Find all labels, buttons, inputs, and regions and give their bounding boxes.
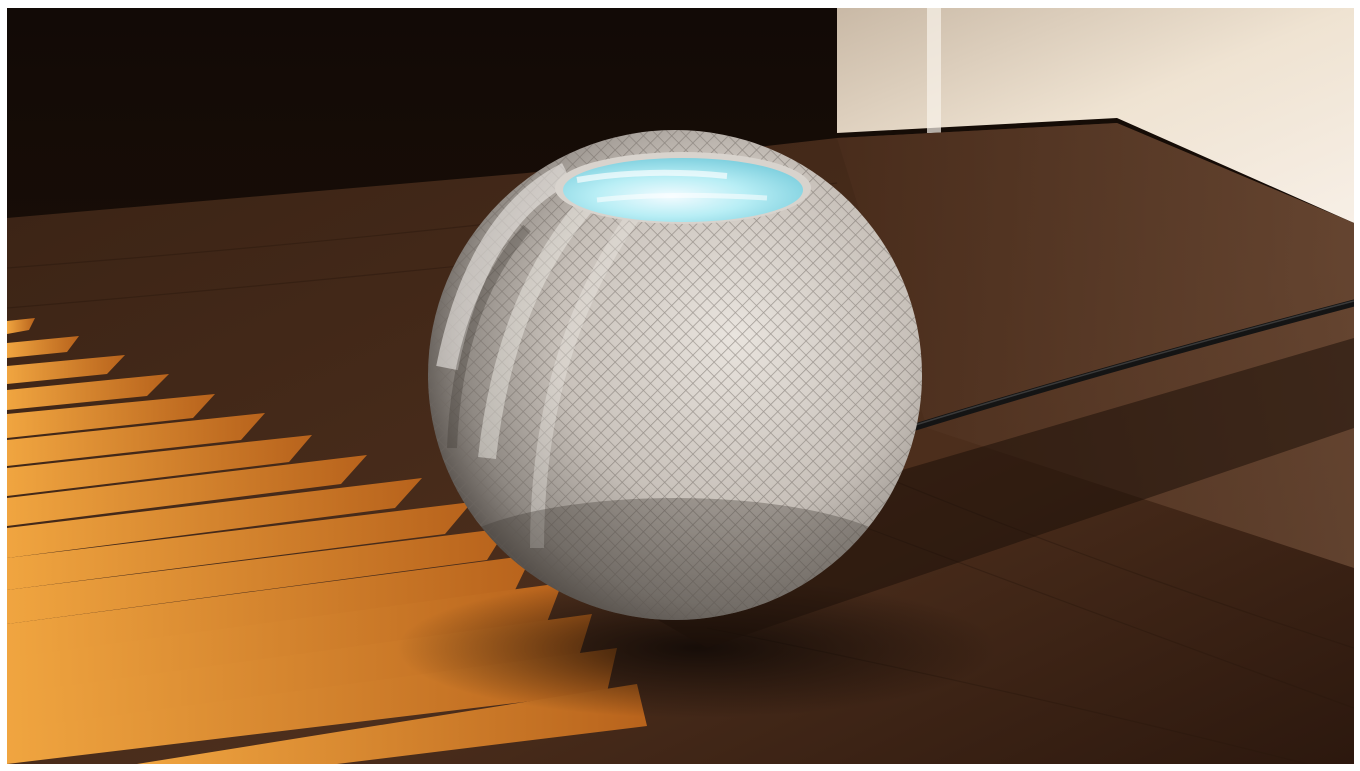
photo-frame (7, 8, 1354, 764)
speaker-top-light (563, 158, 803, 222)
window-frame (927, 8, 941, 133)
photo-scene (7, 8, 1354, 764)
